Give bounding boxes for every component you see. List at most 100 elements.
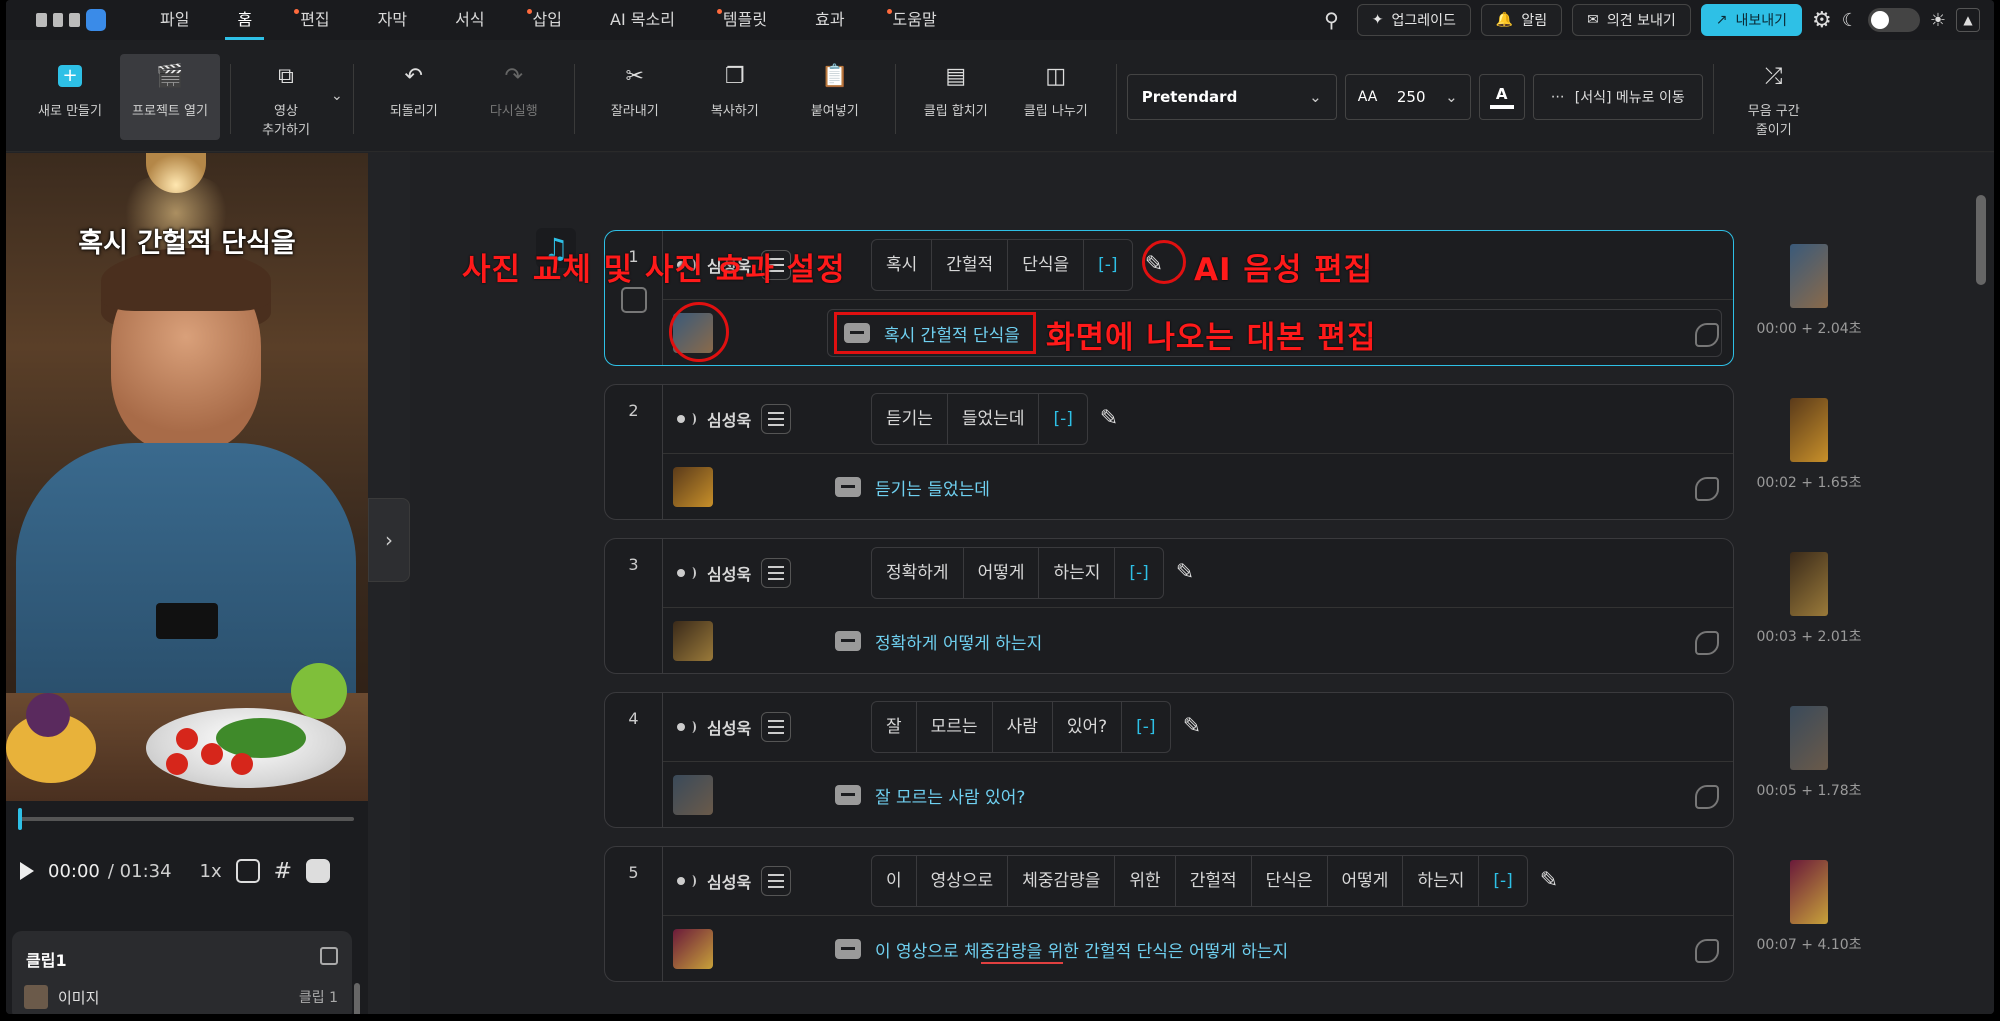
clip-timeline-thumbnail[interactable] <box>1790 706 1828 770</box>
script-clip-4[interactable]: 4 심성욱 잘 모르는 사람 있어? [-] ✎ 잘 모르는 사람 있어? <box>604 692 1734 828</box>
pencil-icon[interactable]: ✎ <box>1534 865 1564 895</box>
undo-button[interactable]: ↶ 되돌리기 <box>364 40 464 140</box>
word-chip[interactable]: 간헐적 <box>1176 856 1252 906</box>
redo-button[interactable]: ↷ 다시실행 <box>464 40 564 140</box>
menu-item-3[interactable]: 자막 <box>354 0 431 40</box>
word-chip[interactable]: 영상으로 <box>917 856 1009 906</box>
subtitle-toggle-icon[interactable] <box>306 859 331 883</box>
clip-image-row[interactable]: 이미지 클립 1 <box>24 985 338 1009</box>
voice-selector[interactable]: 심성욱 <box>677 711 792 743</box>
play-icon[interactable] <box>20 862 34 880</box>
voice-settings-icon[interactable] <box>761 866 792 896</box>
voice-selector[interactable]: 심성욱 <box>677 557 792 589</box>
word-chip[interactable]: 간헐적 <box>932 240 1009 290</box>
word-chip[interactable]: 들었는데 <box>948 394 1040 444</box>
link-icon[interactable] <box>1695 323 1719 347</box>
clip-photo-thumbnail[interactable] <box>673 929 713 969</box>
export-button[interactable]: ↗ 내보내기 <box>1700 4 1802 36</box>
speed-button[interactable]: 1x <box>200 861 222 882</box>
word-chip[interactable]: 단식은 <box>1252 856 1328 906</box>
menu-item-0[interactable]: 파일 <box>136 0 213 40</box>
subtitle-text[interactable]: 잘 모르는 사람 있어? <box>835 771 1025 819</box>
font-select[interactable]: Pretendard ⌄ <box>1126 74 1337 120</box>
word-chip[interactable]: 어떻게 <box>1328 856 1404 906</box>
word-chip[interactable]: 잘 <box>872 702 917 752</box>
menu-item-5[interactable]: 삽입 <box>509 0 586 40</box>
voice-settings-icon[interactable] <box>761 404 792 434</box>
upgrade-button[interactable]: ✦ 업그레이드 <box>1356 4 1471 36</box>
menu-item-2[interactable]: 편집 <box>276 0 353 40</box>
playback-scrubber[interactable] <box>18 808 354 830</box>
word-chip[interactable]: 듣기는 <box>872 394 948 444</box>
word-chip[interactable]: 사람 <box>993 702 1053 752</box>
voice-settings-icon[interactable] <box>761 558 792 588</box>
word-chip[interactable]: [-] <box>1479 856 1526 906</box>
clip-timeline-thumbnail[interactable] <box>1790 244 1828 308</box>
menu-item-9[interactable]: 도움말 <box>869 0 961 40</box>
subtitle-text[interactable]: 정확하게 어떻게 하는지 <box>835 617 1042 665</box>
voice-settings-icon[interactable] <box>761 712 792 742</box>
reduce-silence-button[interactable]: ⤮ 무음 구간 줄이기 <box>1724 40 1824 140</box>
link-icon[interactable] <box>1695 631 1719 655</box>
gear-icon[interactable]: ⚙ <box>1812 8 1832 33</box>
clip-photo-thumbnail[interactable] <box>673 467 713 507</box>
feedback-button[interactable]: ✉ 의견 보내기 <box>1572 4 1691 36</box>
collapse-ribbon-button[interactable]: ▲ <box>1956 8 1980 32</box>
add-video-button[interactable]: ⧉ 영상 추가하기 <box>241 40 331 140</box>
scrubber-handle[interactable] <box>18 808 22 830</box>
panel-scrollbar[interactable] <box>354 983 360 1014</box>
pencil-icon[interactable]: ✎ <box>1170 557 1200 587</box>
link-icon[interactable] <box>1695 477 1719 501</box>
script-clip-5[interactable]: 5 심성욱 이 영상으로 체중감량을 위한 간헐적 단식은 어떻게 하는지 [-] ✎ 이 영상으로 체… <box>604 846 1734 982</box>
video-preview[interactable]: 혹시 간헐적 단식을 <box>6 153 368 801</box>
menu-item-6[interactable]: AI 목소리 <box>586 0 699 40</box>
subtitle-text[interactable]: 듣기는 들었는데 <box>835 463 990 511</box>
word-chip[interactable]: 있어? <box>1053 702 1123 752</box>
word-chip[interactable]: 정확하게 <box>872 548 964 598</box>
paste-button[interactable]: 📋 붙여넣기 <box>785 40 885 140</box>
merge-clips-button[interactable]: ▤ 클립 합치기 <box>906 40 1006 140</box>
script-scrollbar[interactable] <box>1976 195 1986 285</box>
link-icon[interactable] <box>1695 785 1719 809</box>
clip-timeline-thumbnail[interactable] <box>1790 552 1828 616</box>
word-chip[interactable]: 모르는 <box>917 702 993 752</box>
word-chip[interactable]: 어떻게 <box>964 548 1040 598</box>
word-chip[interactable]: 혹시 <box>872 240 933 290</box>
format-menu-button[interactable]: ⋯ [서식] 메뉴로 이동 <box>1532 74 1703 120</box>
font-color-button[interactable]: A <box>1478 74 1525 120</box>
clip-timeline-thumbnail[interactable] <box>1790 398 1828 462</box>
alerts-button[interactable]: 🔔 알림 <box>1480 4 1563 36</box>
clip-photo-thumbnail[interactable] <box>673 775 713 815</box>
grid-icon[interactable]: # <box>274 859 292 884</box>
script-clip-3[interactable]: 3 심성욱 정확하게 어떻게 하는지 [-] ✎ 정확하게 어떻게 하는지 <box>604 538 1734 674</box>
external-link-icon[interactable] <box>320 947 338 965</box>
voice-selector[interactable]: 심성욱 <box>677 403 792 435</box>
clip-checkbox[interactable] <box>621 287 647 313</box>
word-chip[interactable]: [-] <box>1122 702 1169 752</box>
menu-item-8[interactable]: 효과 <box>791 0 868 40</box>
clip-photo-thumbnail[interactable] <box>673 621 713 661</box>
search-icon[interactable]: ⚲ <box>1324 8 1339 32</box>
pencil-icon[interactable]: ✎ <box>1177 711 1207 741</box>
word-chip[interactable]: 단식을 <box>1008 240 1085 290</box>
split-clip-button[interactable]: ◫ 클립 나누기 <box>1006 40 1106 140</box>
new-project-button[interactable]: + 새로 만들기 <box>20 40 120 140</box>
word-chip[interactable]: 하는지 <box>1039 548 1116 598</box>
link-icon[interactable] <box>1695 939 1719 963</box>
script-clip-2[interactable]: 2 심성욱 듣기는 들었는데 [-] ✎ 듣기는 들었는데 <box>604 384 1734 520</box>
word-chip[interactable]: [-] <box>1084 240 1131 290</box>
cut-button[interactable]: ✂ 잘라내기 <box>585 40 685 140</box>
word-chip[interactable]: 하는지 <box>1403 856 1480 906</box>
font-size-select[interactable]: AA 250 ⌄ <box>1344 74 1471 120</box>
panel-collapse-button[interactable]: › <box>368 498 410 582</box>
pencil-icon[interactable]: ✎ <box>1094 403 1124 433</box>
menu-item-1[interactable]: 홈 <box>213 0 276 40</box>
word-chip[interactable]: 체중감량을 <box>1008 856 1116 906</box>
add-video-dropdown[interactable]: ⌄ <box>331 88 343 104</box>
voice-selector[interactable]: 심성욱 <box>677 865 792 897</box>
subtitle-text[interactable]: 이 영상으로 체중감량을 위한 간헐적 단식은 어떻게 하는지 <box>835 925 1288 973</box>
theme-toggle[interactable] <box>1867 8 1920 32</box>
snapshot-icon[interactable] <box>235 859 260 883</box>
clip-timeline-thumbnail[interactable] <box>1790 860 1828 924</box>
open-project-button[interactable]: 🎬 프로젝트 열기 <box>120 54 220 140</box>
